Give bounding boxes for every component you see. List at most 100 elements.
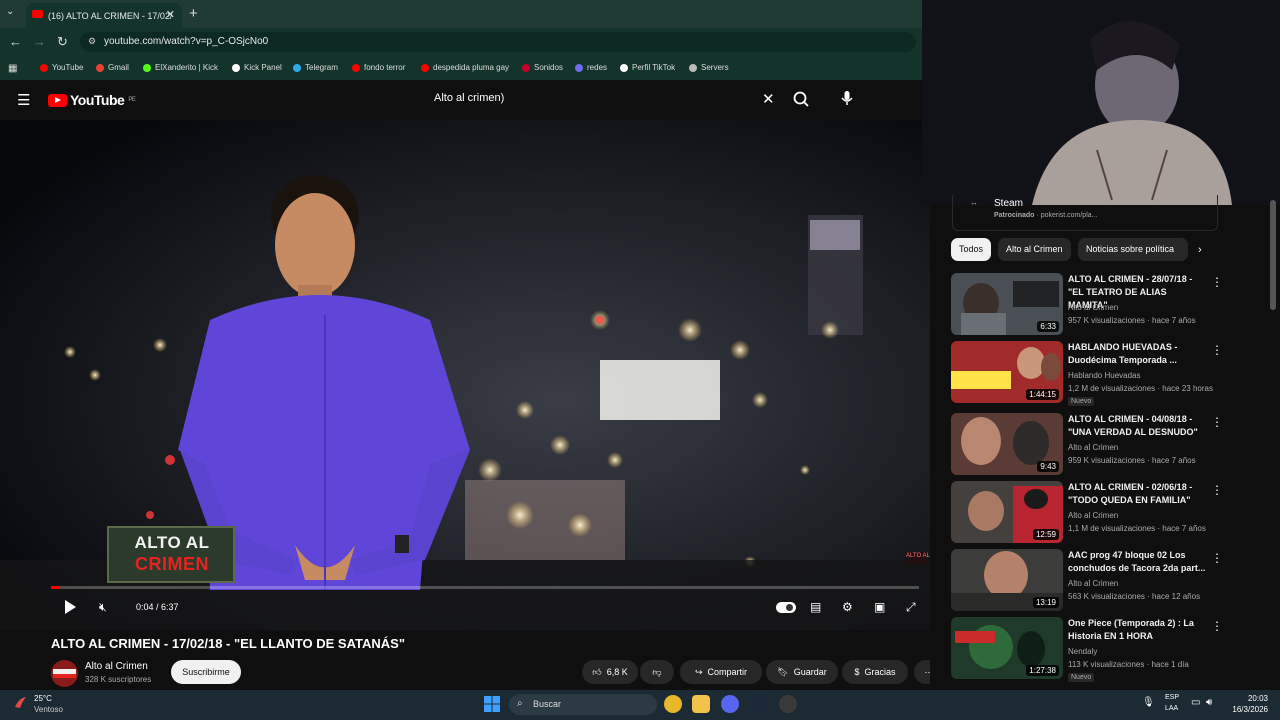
channel-logo-icon: [53, 669, 76, 678]
video-thumbnail[interactable]: 12:59: [951, 481, 1063, 543]
voice-search-button[interactable]: [836, 87, 858, 109]
forward-icon[interactable]: →: [33, 34, 46, 49]
settings-icon[interactable]: ⚙: [842, 600, 853, 614]
start-button[interactable]: [484, 696, 500, 712]
chevron-right-icon[interactable]: ›: [1198, 244, 1202, 256]
volume-icon[interactable]: 🔊︎: [1206, 697, 1212, 708]
thanks-button[interactable]: $ Gracias: [842, 660, 908, 684]
chip-all[interactable]: Todos: [951, 238, 992, 261]
reload-icon[interactable]: ↻: [57, 34, 68, 50]
chip-politics[interactable]: Noticias sobre política: [1078, 238, 1188, 261]
related-video[interactable]: 1:44:15 HABLANDO HUEVADAS - Duodécima Te…: [951, 341, 1241, 406]
video-thumbnail[interactable]: 6:33: [951, 273, 1063, 335]
menu-icon[interactable]: ☰: [17, 91, 30, 109]
network-icon[interactable]: ▭: [1191, 697, 1200, 708]
fullscreen-icon[interactable]: ⤢: [906, 600, 916, 615]
weather-widget[interactable]: [13, 694, 29, 710]
share-button[interactable]: ↪ Compartir: [680, 660, 762, 684]
sidebar-scrollbar[interactable]: [1270, 200, 1276, 310]
new-badge: Nuevo: [1068, 397, 1095, 406]
bookmark-item[interactable]: Telegram: [293, 63, 338, 72]
search-input[interactable]: Alto al crimen): [420, 85, 785, 113]
new-badge: Nuevo: [1068, 673, 1095, 682]
back-icon[interactable]: ←: [9, 34, 22, 49]
search-button[interactable]: [786, 86, 816, 112]
file-explorer-icon[interactable]: [692, 695, 710, 713]
related-video-channel: Hablando Huevadas: [1068, 371, 1141, 380]
muted-volume-icon[interactable]: 🔇︎: [99, 600, 107, 615]
bookmark-item[interactable]: fondo terror: [352, 63, 405, 72]
more-options-icon[interactable]: ⋮: [1211, 551, 1223, 565]
bookmark-item[interactable]: Perfil TikTok: [620, 63, 675, 72]
browser-tab[interactable]: (16) ALTO AL CRIMEN - 17/02/ ✕: [26, 3, 182, 28]
related-video[interactable]: 6:33 ALTO AL CRIMEN - 28/07/18 - "EL TEA…: [951, 273, 1241, 337]
miniplayer-icon[interactable]: ▣: [874, 600, 885, 614]
more-options-icon[interactable]: ⋮: [1211, 275, 1223, 289]
bookmark-item[interactable]: Sonidos: [522, 63, 563, 72]
chip-channel[interactable]: Alto al Crimen: [998, 238, 1071, 261]
clock-time[interactable]: 20:03: [1220, 694, 1268, 703]
channel-name[interactable]: Alto al Crimen: [85, 661, 148, 672]
keyboard-layout[interactable]: LAA: [1165, 705, 1178, 712]
steam-icon[interactable]: [750, 695, 768, 713]
video-thumbnail[interactable]: 13:19: [951, 549, 1063, 611]
save-label: Guardar: [793, 667, 827, 677]
microphone-tray-icon[interactable]: 🎙︎: [1142, 697, 1155, 708]
url-field[interactable]: ⚙ youtube.com/watch?v=p_C-OSjcNo0: [80, 32, 916, 52]
apps-icon[interactable]: ▦: [8, 63, 17, 74]
play-button[interactable]: [62, 598, 78, 621]
search-icon: ⌕: [517, 698, 523, 709]
related-video-meta: 1,2 M de visualizaciones · hace 23 horas: [1068, 384, 1213, 393]
share-label: Compartir: [707, 667, 748, 677]
weather-description: Ventoso: [34, 705, 63, 714]
related-video-title: ALTO AL CRIMEN - 04/08/18 - "UNA VERDAD …: [1068, 414, 1198, 437]
discord-icon[interactable]: [721, 695, 739, 713]
related-video[interactable]: 1:27:38 One Piece (Temporada 2) : La His…: [951, 617, 1241, 682]
save-button[interactable]: 🔖︎ Guardar: [766, 660, 838, 684]
video-thumbnail[interactable]: 1:44:15: [951, 341, 1063, 403]
bookmark-favicon-icon: [40, 63, 48, 72]
weather-icon: [15, 697, 26, 708]
video-thumbnail[interactable]: 9:43: [951, 413, 1063, 475]
related-video-meta: 563 K visualizaciones · hace 12 años: [1068, 592, 1201, 601]
tab-close-icon[interactable]: ✕: [166, 8, 175, 21]
youtube-logo[interactable]: YouTube PE: [48, 92, 136, 108]
channel-avatar[interactable]: [51, 660, 78, 687]
related-video[interactable]: 12:59 ALTO AL CRIMEN - 02/06/18 - "TODO …: [951, 481, 1241, 545]
ad-sponsor: Patrocinado · pokerist.com/pla...: [994, 212, 1098, 219]
show-logo-line1: ALTO AL: [134, 533, 210, 552]
bookmark-item[interactable]: Kick Panel: [232, 63, 282, 72]
taskbar-search[interactable]: ⌕ Buscar: [509, 694, 657, 715]
site-info-icon[interactable]: ⚙: [88, 36, 96, 47]
new-tab-icon[interactable]: +: [189, 5, 198, 22]
dislike-button[interactable]: 👎︎: [640, 660, 674, 684]
obs-icon[interactable]: [779, 695, 797, 713]
bookmark-item[interactable]: redes: [575, 63, 607, 72]
related-video[interactable]: 9:43 ALTO AL CRIMEN - 04/08/18 - "UNA VE…: [951, 413, 1241, 477]
bookmark-item[interactable]: despedida pluma gay: [421, 63, 509, 72]
related-video[interactable]: 13:19 AAC prog 47 bloque 02 Los conchudo…: [951, 549, 1241, 613]
keyboard-language[interactable]: ESP: [1165, 694, 1179, 701]
progress-bar[interactable]: [51, 586, 919, 589]
bookmark-item[interactable]: Gmail: [96, 63, 129, 72]
tab-search-icon[interactable]: ⌄: [6, 6, 14, 17]
clear-search-icon[interactable]: ✕: [762, 90, 775, 108]
autoplay-toggle[interactable]: [776, 602, 796, 613]
bookmark-item[interactable]: ElXanderito | Kick: [143, 63, 218, 72]
clock-date[interactable]: 16/3/2026: [1220, 705, 1268, 714]
bookmark-item[interactable]: Servers: [689, 63, 729, 72]
like-button[interactable]: 👍︎ 6,8 K: [582, 660, 638, 684]
subscribe-button[interactable]: Suscribirme: [171, 660, 241, 684]
video-duration: 12:59: [1032, 529, 1059, 540]
subtitles-icon[interactable]: ▤: [810, 600, 821, 614]
more-options-icon[interactable]: ⋮: [1211, 343, 1223, 357]
bookmark-item[interactable]: YouTube: [40, 63, 83, 72]
related-video-title: HABLANDO HUEVADAS - Duodécima Temporada …: [1068, 342, 1178, 365]
chrome-icon[interactable]: [664, 695, 682, 713]
more-options-icon[interactable]: ⋮: [1211, 483, 1223, 497]
more-options-icon[interactable]: ⋮: [1211, 415, 1223, 429]
video-thumbnail[interactable]: 1:27:38: [951, 617, 1063, 679]
thumbs-up-icon: 👍︎: [592, 666, 602, 677]
more-options-icon[interactable]: ⋮: [1211, 619, 1223, 633]
bookmark-favicon-icon: [352, 63, 360, 72]
